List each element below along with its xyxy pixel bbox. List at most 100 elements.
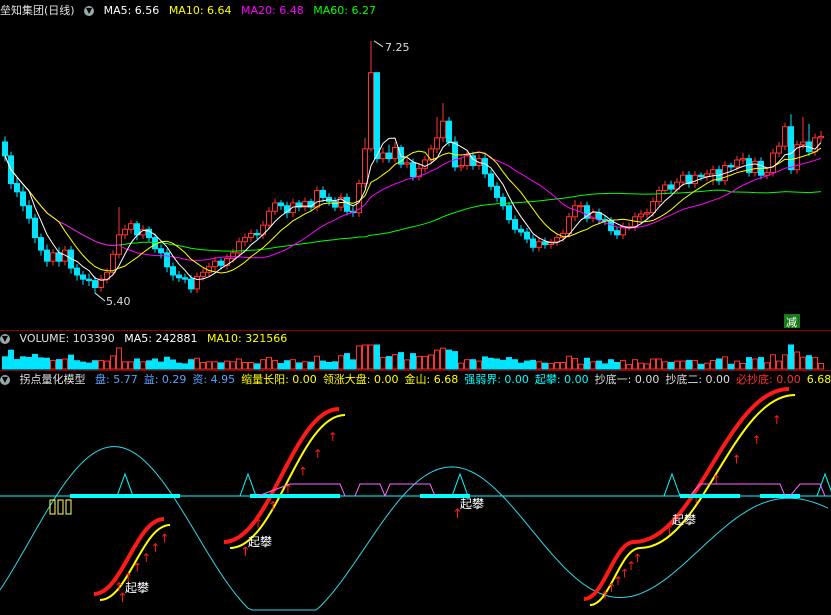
candle-body	[650, 201, 656, 214]
candle-body	[614, 230, 620, 236]
volume-bar	[434, 349, 440, 370]
candle-body	[266, 210, 272, 226]
candle-body	[680, 174, 686, 183]
candle-body	[26, 205, 32, 219]
volume-bar	[26, 357, 32, 370]
candle-body	[200, 271, 206, 277]
baseline-segment	[760, 494, 800, 498]
buy-arrow: ↑	[711, 473, 721, 487]
candle-body	[458, 165, 464, 168]
volume-bar	[386, 356, 392, 370]
volume-bar	[374, 344, 380, 370]
buy-arrow: ↑	[313, 447, 323, 461]
buy-arrow: ↑	[268, 499, 278, 513]
candle-body	[380, 152, 386, 160]
volume-bar	[734, 360, 740, 370]
volume-bar	[536, 361, 542, 370]
volume-bar	[170, 359, 176, 370]
volume-bar	[530, 359, 536, 370]
buy-arrow: ↑	[633, 552, 643, 566]
volume-bar	[32, 353, 38, 370]
volume-bar	[446, 349, 452, 370]
candle-body	[800, 141, 806, 146]
volume-bar	[86, 362, 92, 370]
high-pointer	[373, 40, 384, 48]
buy-arrow: ↑	[772, 413, 782, 427]
volume-bar	[656, 358, 662, 370]
candle-body	[386, 152, 392, 160]
volume-bar	[212, 361, 218, 370]
candle-body	[770, 152, 776, 173]
volume-bar	[608, 359, 614, 370]
candle-body	[194, 275, 200, 290]
candle-body	[422, 159, 428, 169]
volume-bar	[698, 363, 704, 370]
buy-arrow: ↑	[752, 433, 762, 447]
volume-bar	[284, 360, 290, 370]
volume-bar	[644, 363, 650, 370]
volume-bar	[398, 352, 404, 370]
candle-body	[242, 237, 248, 243]
candle-body	[776, 145, 782, 154]
volume-bar	[506, 357, 512, 370]
candle-body	[74, 267, 80, 276]
volume-bar	[356, 345, 362, 370]
volume-bar	[428, 354, 434, 370]
candle-body	[728, 165, 734, 168]
volume-bar	[260, 359, 266, 370]
candle-body	[332, 201, 338, 208]
volume-bar	[458, 362, 464, 370]
volume-bar	[200, 362, 206, 370]
signal-triangle	[239, 472, 257, 497]
candle-body	[698, 174, 704, 178]
volume-bar	[44, 357, 50, 370]
reduce-label: 减	[786, 316, 797, 329]
candle-body	[710, 169, 716, 175]
volume-bar	[440, 347, 446, 370]
candle-body	[368, 72, 374, 150]
candle-body	[14, 183, 20, 193]
candle-body	[128, 223, 134, 230]
candle-body	[278, 202, 284, 207]
buy-arrow: ↑	[253, 516, 263, 530]
volume-bar	[38, 357, 44, 370]
candle-body	[572, 205, 578, 218]
baseline-segment	[250, 494, 340, 498]
volume-bar	[728, 363, 734, 370]
candle-body	[656, 189, 662, 203]
volume-bar	[236, 358, 242, 370]
buy-arrow: ↑	[328, 430, 338, 444]
volume-bar	[182, 363, 188, 370]
candle-body	[752, 160, 758, 173]
volume-bar	[680, 360, 686, 370]
candle-body	[56, 252, 62, 262]
volume-bar	[788, 344, 794, 370]
trend-line-red	[633, 387, 790, 544]
volume-bar	[92, 360, 98, 370]
volume-bar	[572, 358, 578, 370]
candle-body	[188, 278, 194, 290]
candle-body	[248, 232, 254, 239]
volume-bar	[20, 356, 26, 370]
volume-bar	[782, 354, 788, 370]
volume-bar	[764, 362, 770, 370]
volume-bar	[350, 359, 356, 370]
volume-bar	[404, 359, 410, 370]
volume-bar	[800, 356, 806, 370]
candle-body	[464, 155, 470, 167]
signal-bar	[65, 499, 72, 515]
volume-bar	[632, 359, 638, 370]
candle-body	[434, 137, 440, 150]
candle-body	[818, 135, 824, 139]
volume-bar	[8, 349, 14, 370]
volume-bar	[98, 359, 104, 370]
volume-bar	[50, 359, 56, 370]
volume-bar	[56, 359, 62, 370]
volume-bar	[104, 360, 110, 370]
volume-bar	[692, 359, 698, 370]
volume-bar	[542, 362, 548, 370]
candle-body	[392, 147, 398, 160]
volume-bar	[326, 362, 332, 370]
low-price-label: 5.40	[106, 295, 131, 308]
volume-bar	[518, 362, 524, 370]
